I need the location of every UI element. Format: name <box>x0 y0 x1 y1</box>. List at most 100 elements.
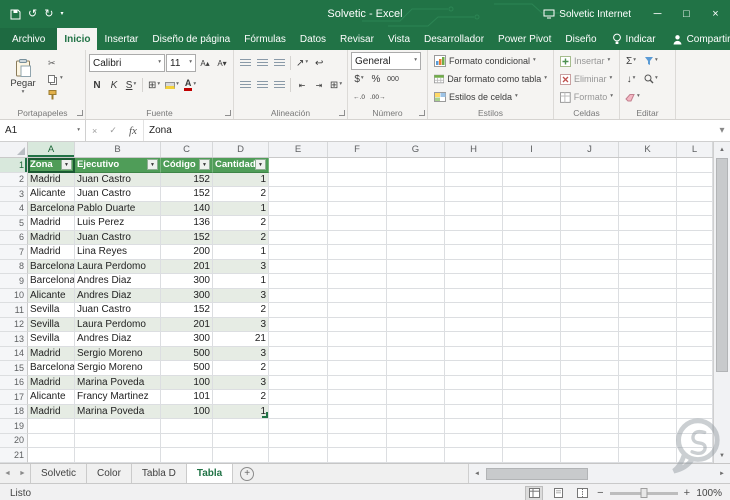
cell-A3[interactable]: Alicante <box>28 187 75 202</box>
cell-J2[interactable] <box>561 172 619 187</box>
cell-L16[interactable] <box>677 375 713 390</box>
cell-B16[interactable]: Marina Poveda <box>75 375 161 390</box>
cell-D4[interactable]: 1 <box>213 201 269 216</box>
cell-B15[interactable]: Sergio Moreno <box>75 361 161 376</box>
cell-B5[interactable]: Luis Perez <box>75 216 161 231</box>
cell-D12[interactable]: 3 <box>213 317 269 332</box>
cell-E20[interactable] <box>269 433 328 448</box>
cell-J3[interactable] <box>561 187 619 202</box>
italic-button[interactable]: K <box>106 76 122 94</box>
font-family-select[interactable]: Calibri ▾ <box>89 54 165 72</box>
cell-G3[interactable] <box>387 187 445 202</box>
close-button[interactable]: × <box>701 0 730 28</box>
cell-L1[interactable] <box>677 158 713 173</box>
cell-K2[interactable] <box>619 172 677 187</box>
increase-indent-button[interactable]: ⇥ <box>311 76 327 94</box>
cell-F8[interactable] <box>328 259 387 274</box>
zoom-level[interactable]: 100% <box>696 488 722 499</box>
save-icon[interactable] <box>10 9 21 20</box>
cell-C17[interactable]: 101 <box>161 390 213 405</box>
cell-J19[interactable] <box>561 419 619 434</box>
column-header-I[interactable]: I <box>503 142 561 157</box>
cell-J20[interactable] <box>561 433 619 448</box>
cell-H20[interactable] <box>445 433 503 448</box>
cell-F17[interactable] <box>328 390 387 405</box>
zoom-slider[interactable] <box>609 488 678 498</box>
cell-A11[interactable]: Sevilla <box>28 303 75 318</box>
cell-D6[interactable]: 2 <box>213 230 269 245</box>
row-header-18[interactable]: 18 <box>0 404 28 419</box>
cell-C12[interactable]: 201 <box>161 317 213 332</box>
cell-D11[interactable]: 2 <box>213 303 269 318</box>
cell-H21[interactable] <box>445 448 503 463</box>
find-select-button[interactable]: ▾ <box>642 70 660 88</box>
row-header-19[interactable]: 19 <box>0 419 28 434</box>
cell-F4[interactable] <box>328 201 387 216</box>
cell-L9[interactable] <box>677 274 713 289</box>
cell-A2[interactable]: Madrid <box>28 172 75 187</box>
cell-G13[interactable] <box>387 332 445 347</box>
row-header-15[interactable]: 15 <box>0 361 28 376</box>
scroll-up-arrow[interactable]: ▲ <box>714 142 730 157</box>
cell-L2[interactable] <box>677 172 713 187</box>
cell-E12[interactable] <box>269 317 328 332</box>
cell-L14[interactable] <box>677 346 713 361</box>
cell-K16[interactable] <box>619 375 677 390</box>
cell-G16[interactable] <box>387 375 445 390</box>
cell-F5[interactable] <box>328 216 387 231</box>
cell-F21[interactable] <box>328 448 387 463</box>
cell-K8[interactable] <box>619 259 677 274</box>
sheet-nav-left-icon[interactable]: ◄ <box>0 464 15 483</box>
cell-G14[interactable] <box>387 346 445 361</box>
cell-D3[interactable]: 2 <box>213 187 269 202</box>
cell-L3[interactable] <box>677 187 713 202</box>
align-right-button[interactable] <box>271 76 287 94</box>
cell-E6[interactable] <box>269 230 328 245</box>
underline-button[interactable]: S ▾ <box>123 76 139 94</box>
cell-G1[interactable] <box>387 158 445 173</box>
cell-C8[interactable]: 201 <box>161 259 213 274</box>
cell-B9[interactable]: Andres Diaz <box>75 274 161 289</box>
vertical-scrollbar[interactable]: ▲ ▼ <box>713 142 730 463</box>
fill-button[interactable]: ↓ ▾ <box>623 70 639 88</box>
row-header-3[interactable]: 3 <box>0 187 28 202</box>
row-header-7[interactable]: 7 <box>0 245 28 260</box>
cell-A12[interactable]: Sevilla <box>28 317 75 332</box>
cell-K5[interactable] <box>619 216 677 231</box>
cell-I15[interactable] <box>503 361 561 376</box>
filter-button-D1[interactable]: ▼ <box>255 159 266 171</box>
cell-D14[interactable]: 3 <box>213 346 269 361</box>
delete-cells-button[interactable]: Eliminar ▾ <box>557 71 616 87</box>
cell-C13[interactable]: 300 <box>161 332 213 347</box>
filter-button-C1[interactable]: ▼ <box>199 159 210 171</box>
cell-L13[interactable] <box>677 332 713 347</box>
insert-cells-button[interactable]: Insertar ▾ <box>557 53 616 69</box>
cell-G19[interactable] <box>387 419 445 434</box>
tab-inicio[interactable]: Inicio <box>57 28 98 50</box>
cell-B19[interactable] <box>75 419 161 434</box>
cell-L20[interactable] <box>677 433 713 448</box>
cell-I8[interactable] <box>503 259 561 274</box>
cell-L15[interactable] <box>677 361 713 376</box>
number-format-select[interactable]: General ▾ <box>351 52 421 70</box>
cell-G17[interactable] <box>387 390 445 405</box>
cell-B13[interactable]: Andres Diaz <box>75 332 161 347</box>
cell-E5[interactable] <box>269 216 328 231</box>
cell-G10[interactable] <box>387 288 445 303</box>
tab-diseño-de-página[interactable]: Diseño de página <box>145 28 237 50</box>
row-header-1[interactable]: 1 <box>0 158 28 173</box>
row-header-6[interactable]: 6 <box>0 230 28 245</box>
tab-power-pivot[interactable]: Power Pivot <box>491 28 558 50</box>
number-dialog-launcher[interactable] <box>419 110 425 116</box>
cell-F18[interactable] <box>328 404 387 419</box>
cell-D7[interactable]: 1 <box>213 245 269 260</box>
cell-E4[interactable] <box>269 201 328 216</box>
cell-L21[interactable] <box>677 448 713 463</box>
cell-A17[interactable]: Alicante <box>28 390 75 405</box>
cell-H18[interactable] <box>445 404 503 419</box>
cell-E21[interactable] <box>269 448 328 463</box>
cell-J18[interactable] <box>561 404 619 419</box>
tab-desarrollador[interactable]: Desarrollador <box>417 28 491 50</box>
cell-I6[interactable] <box>503 230 561 245</box>
cell-A18[interactable]: Madrid <box>28 404 75 419</box>
